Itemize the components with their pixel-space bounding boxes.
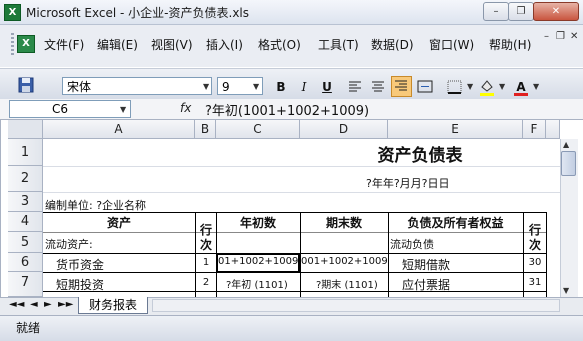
window-title: Microsoft Excel - 小企业-资产负债表.xls — [26, 6, 250, 20]
name-box[interactable]: C6 ▼ — [9, 100, 131, 118]
cell-a7[interactable]: 短期投资 — [56, 276, 194, 293]
menu-tools[interactable]: 工具(T) — [318, 36, 359, 53]
cell-f7[interactable]: 31 — [524, 277, 546, 288]
horizontal-scrollbar[interactable] — [152, 299, 560, 312]
column-header-next[interactable] — [546, 120, 560, 139]
chevron-down-icon[interactable]: ▼ — [467, 82, 473, 91]
scroll-down-icon[interactable]: ▼ — [563, 286, 569, 295]
underline-button[interactable]: U — [318, 77, 336, 97]
menu-insert[interactable]: 插入(I) — [206, 36, 243, 53]
header-line-no-f-2[interactable]: 次 — [524, 236, 546, 253]
font-color-swatch — [514, 93, 528, 96]
column-header-b[interactable]: B — [195, 120, 216, 139]
insert-function-icon[interactable]: fx — [180, 101, 191, 115]
restore-button[interactable]: ❐ — [508, 2, 534, 21]
font-size-select[interactable]: 9 ▼ — [217, 77, 263, 95]
company-unit[interactable]: 编制单位: ?企业名称 — [45, 197, 245, 213]
minimize-button[interactable]: – — [483, 2, 509, 21]
cell-a6[interactable]: 货币资金 — [56, 256, 194, 273]
doc-close-button[interactable]: ✕ — [570, 31, 578, 42]
cell-d7[interactable]: ?期末 (1101) — [316, 276, 387, 291]
report-date[interactable]: ?年年?月月?日日 — [366, 175, 516, 191]
row-header-4[interactable]: 4 — [8, 212, 43, 232]
row-header-6[interactable]: 6 — [8, 253, 43, 272]
table-border-top — [43, 212, 546, 213]
font-color-icon[interactable]: A — [512, 77, 530, 97]
status-bar — [0, 315, 583, 341]
merge-center-icon[interactable] — [416, 77, 434, 97]
select-all-corner[interactable] — [8, 120, 43, 139]
header-liabilities-equity[interactable]: 负债及所有者权益 — [388, 214, 523, 231]
save-icon[interactable] — [16, 75, 36, 95]
workbook-icon[interactable]: X — [17, 35, 35, 53]
cell-f6[interactable]: 30 — [524, 257, 546, 268]
formula-input[interactable]: ?年初(1001+1002+1009) — [205, 100, 369, 119]
row-header-1[interactable]: 1 — [8, 139, 43, 166]
font-name-value: 宋体 — [67, 80, 92, 94]
excel-app-icon[interactable]: X — [4, 4, 21, 21]
chevron-down-icon[interactable]: ▼ — [203, 78, 209, 96]
cell-ref: C6 — [52, 102, 69, 116]
cell-c6[interactable]: 01+1002+1009) — [218, 256, 299, 267]
menu-view[interactable]: 视图(V) — [151, 36, 193, 53]
next-sheet-icon[interactable]: ► — [44, 299, 52, 310]
cell-a5[interactable]: 流动资产: — [45, 236, 195, 252]
header-begin-balance[interactable]: 年初数 — [216, 214, 300, 231]
column-header-e[interactable]: E — [388, 120, 523, 139]
chevron-down-icon[interactable]: ▼ — [253, 78, 259, 96]
header-line-no-2[interactable]: 次 — [196, 236, 216, 253]
last-sheet-icon[interactable]: ►► — [58, 299, 73, 310]
cell-e6[interactable]: 短期借款 — [402, 256, 522, 273]
menu-grip[interactable] — [11, 33, 14, 55]
borders-icon[interactable] — [446, 77, 464, 97]
menu-window[interactable]: 窗口(W) — [429, 36, 474, 53]
report-title[interactable]: 资产负债表 — [300, 141, 500, 166]
chevron-down-icon[interactable]: ▼ — [120, 102, 126, 118]
row-header-2[interactable]: 2 — [8, 166, 43, 192]
cell-e5[interactable]: 流动负债 — [390, 236, 522, 252]
menu-help[interactable]: 帮助(H) — [489, 36, 531, 53]
bold-button[interactable]: B — [272, 77, 290, 97]
first-sheet-icon[interactable]: ◄◄ — [9, 299, 24, 310]
chevron-down-icon[interactable]: ▼ — [499, 82, 505, 91]
table-border — [546, 212, 547, 297]
cell-c7[interactable]: ?年初 (1101) — [226, 276, 299, 291]
menu-file[interactable]: 文件(F) — [44, 36, 84, 53]
gridline — [43, 192, 560, 193]
header-end-balance[interactable]: 期末数 — [300, 214, 388, 231]
font-size-value: 9 — [222, 80, 230, 94]
column-header-c[interactable]: C — [216, 120, 300, 139]
header-asset[interactable]: 资产 — [43, 214, 195, 231]
cell-d6[interactable]: 001+1002+1009) — [301, 256, 387, 267]
fill-color-icon[interactable] — [478, 77, 496, 97]
status-ready: 就绪 — [16, 321, 41, 335]
sheet-tab-financial[interactable]: 财务报表 — [78, 297, 148, 314]
doc-restore-button[interactable]: ❐ — [556, 31, 565, 42]
column-header-a[interactable]: A — [43, 120, 195, 139]
row-header-7[interactable]: 7 — [8, 272, 43, 297]
chevron-down-icon[interactable]: ▼ — [533, 82, 539, 91]
gridline — [43, 166, 560, 167]
row-header-5[interactable]: 5 — [8, 232, 43, 253]
table-border — [43, 232, 546, 233]
column-header-f[interactable]: F — [523, 120, 546, 139]
cell-b7[interactable]: 2 — [196, 277, 216, 288]
column-header-d[interactable]: D — [300, 120, 388, 139]
cell-e7[interactable]: 应付票据 — [402, 276, 522, 293]
menu-data[interactable]: 数据(D) — [371, 36, 414, 53]
prev-sheet-icon[interactable]: ◄ — [30, 299, 38, 310]
cell-b6[interactable]: 1 — [196, 257, 216, 268]
menu-edit[interactable]: 编辑(E) — [97, 36, 138, 53]
align-left-icon[interactable] — [346, 77, 364, 97]
scroll-up-icon[interactable]: ▲ — [563, 140, 569, 149]
italic-button[interactable]: I — [295, 77, 313, 97]
align-right-icon[interactable] — [391, 76, 412, 97]
menu-format[interactable]: 格式(O) — [258, 36, 301, 53]
align-center-icon[interactable] — [369, 77, 387, 97]
close-button[interactable]: ✕ — [533, 2, 579, 21]
row-header-3[interactable]: 3 — [8, 192, 43, 212]
vertical-scroll-thumb[interactable] — [561, 151, 576, 176]
doc-minimize-button[interactable]: – — [544, 31, 549, 42]
font-name-select[interactable]: 宋体 ▼ — [62, 77, 212, 95]
